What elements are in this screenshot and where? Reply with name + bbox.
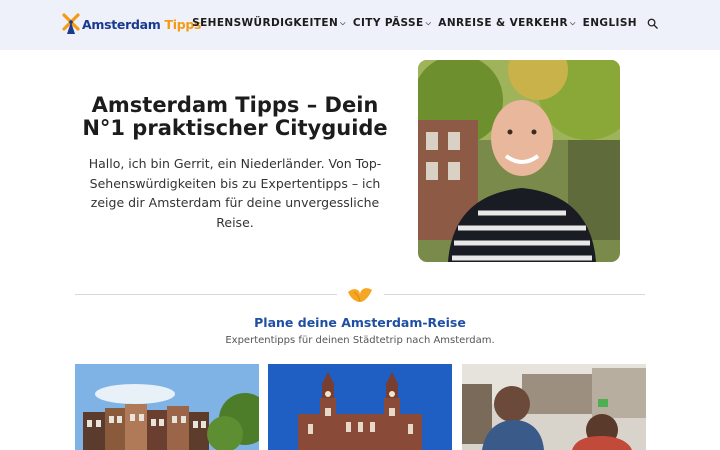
card-canal-houses[interactable] [75,364,259,450]
search-icon[interactable] [647,18,658,29]
site-logo[interactable]: Amsterdam Tipps [62,13,201,35]
nav-label: CITY PÄSSE [352,17,424,29]
site-header: Amsterdam Tipps SEHENSWÜRDIGKEITEN ⌵ CITY… [0,0,720,50]
author-photo [418,60,620,262]
section-title: Plane deine Amsterdam-Reise [254,315,466,330]
nav-label: ANREISE & VERKEHR [438,17,568,29]
nav-city-paesse[interactable]: CITY PÄSSE ⌵ [353,17,431,29]
windmill-icon [62,13,80,34]
nav-anreise-verkehr[interactable]: ANREISE & VERKEHR ⌵ [438,17,575,29]
main-nav: SEHENSWÜRDIGKEITEN ⌵ CITY PÄSSE ⌵ ANREISE … [185,17,658,29]
logo-text: Amsterdam Tipps [82,17,201,32]
section-subtitle: Expertentipps für deinen Städtetrip nach… [225,335,495,346]
chevron-down-icon: ⌵ [425,18,432,27]
nav-label: SEHENSWÜRDIGKEITEN [192,17,339,29]
logo-name: Amsterdam [82,16,161,32]
card-street-people[interactable] [462,364,646,450]
nav-label: ENGLISH [582,17,637,29]
chevron-down-icon: ⌵ [340,18,346,27]
tulip-icon [348,288,372,302]
divider-line-left [75,294,337,295]
nav-sehenswuerdigkeiten[interactable]: SEHENSWÜRDIGKEITEN ⌵ [192,17,346,29]
card-rijksmuseum[interactable] [268,364,452,450]
chevron-down-icon: ⌵ [569,18,576,27]
nav-english[interactable]: ENGLISH [583,17,637,29]
divider-line-right [384,294,645,295]
hero-intro-text: Hallo, ich bin Gerrit, ein Niederländer.… [88,156,382,230]
page-title: Amsterdam Tipps – Dein N°1 praktischer C… [82,93,388,140]
